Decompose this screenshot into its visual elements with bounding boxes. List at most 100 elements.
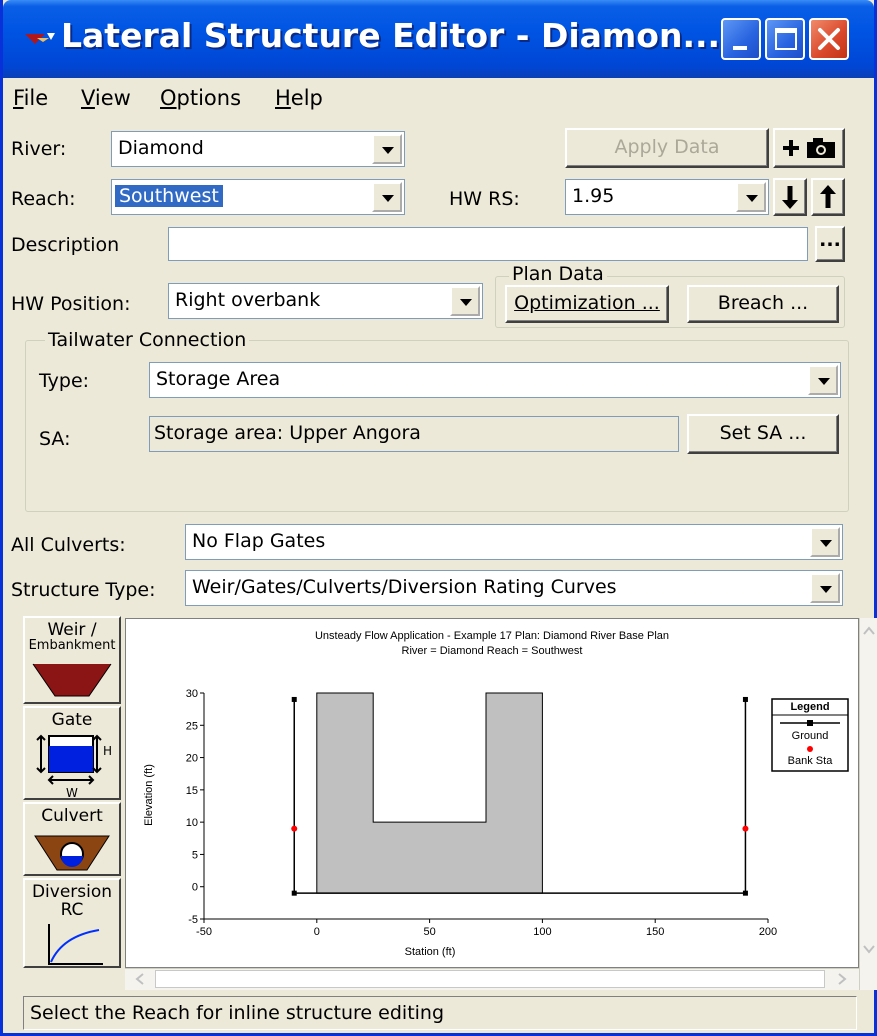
chevron-down-icon[interactable] — [736, 182, 766, 212]
apply-data-button[interactable]: Apply Data — [565, 128, 769, 168]
hw-rs-select[interactable]: 1.95 — [565, 179, 769, 215]
structure-chart: Unsteady Flow Application - Example 17 P… — [143, 630, 849, 958]
x-tick-label: 100 — [533, 926, 551, 938]
hw-rs-label: HW RS: — [449, 188, 520, 210]
window-title: Lateral Structure Editor - Diamon... — [61, 16, 721, 55]
hw-rs-value: 1.95 — [572, 185, 615, 207]
x-axis-label: Station (ft) — [405, 946, 456, 958]
x-tick-label: 150 — [646, 926, 664, 938]
hec-ras-app-icon — [25, 33, 55, 44]
plot-horizontal-scrollbar[interactable] — [125, 968, 859, 990]
all-culverts-select[interactable]: No Flap Gates — [185, 524, 843, 560]
y-tick-label: 0 — [192, 882, 198, 894]
menu-options[interactable]: Options — [160, 86, 241, 110]
sa-label: SA: — [39, 428, 71, 450]
legend-ground: Ground — [792, 730, 829, 742]
chevron-down-icon[interactable] — [810, 527, 840, 557]
y-tick-label: -5 — [188, 914, 198, 926]
next-down-button[interactable] — [773, 178, 807, 216]
chart-legend: Legend Ground Bank Sta — [771, 698, 849, 772]
storage-area-display: Storage area: Upper Angora — [149, 416, 679, 452]
all-culverts-label: All Culverts: — [11, 534, 126, 556]
plan-data-title: Plan Data — [509, 263, 607, 285]
menu-view[interactable]: View — [81, 86, 131, 110]
description-browse-button[interactable]: ... — [815, 226, 845, 262]
diversion-rc-tab[interactable]: Diversion RC — [23, 878, 121, 968]
menu-help[interactable]: Help — [275, 86, 323, 110]
y-tick-label: 15 — [186, 785, 198, 797]
legend-title: Legend — [790, 701, 829, 713]
add-cross-section-button[interactable] — [773, 128, 845, 168]
reach-label: Reach: — [11, 188, 76, 210]
y-axis-label: Elevation (ft) — [143, 764, 155, 826]
gate-w-label: W — [66, 786, 78, 800]
close-button[interactable] — [809, 18, 849, 60]
rating-curve-icon — [48, 924, 103, 965]
gate-h-label: H — [103, 744, 113, 758]
chart-subtitle: River = Diamond Reach = Southwest — [402, 645, 583, 657]
scroll-down-icon[interactable] — [860, 940, 877, 958]
type-label: Type: — [39, 370, 90, 392]
x-tick-label: 50 — [423, 926, 435, 938]
y-tick-label: 5 — [192, 849, 198, 861]
scroll-left-icon[interactable] — [131, 969, 149, 989]
plot-vertical-scrollbar[interactable] — [859, 618, 877, 990]
profile-plot[interactable]: Unsteady Flow Application - Example 17 P… — [125, 618, 859, 968]
chevron-down-icon[interactable] — [808, 365, 838, 395]
chevron-down-icon[interactable] — [372, 182, 402, 212]
menu-file[interactable]: File — [13, 86, 48, 110]
maximize-button[interactable] — [765, 18, 805, 60]
minimize-button[interactable] — [721, 18, 761, 60]
menu-bar: File View Options Help — [3, 78, 874, 118]
chevron-down-icon[interactable] — [372, 134, 402, 164]
bank-station-point — [291, 825, 298, 832]
all-culverts-value: No Flap Gates — [192, 530, 326, 552]
weir-profile-area — [316, 692, 543, 894]
next-up-button[interactable] — [811, 178, 845, 216]
culvert-icon — [34, 835, 110, 871]
chevron-down-icon[interactable] — [450, 286, 480, 316]
weir-embankment-tab[interactable]: Weir / Embankment — [23, 616, 121, 704]
close-icon — [818, 28, 840, 50]
status-bar: Select the Reach for inline structure ed… — [23, 996, 857, 1030]
ground-point — [742, 696, 748, 702]
reach-value: Southwest — [115, 185, 223, 207]
hw-position-select[interactable]: Right overbank — [168, 283, 483, 319]
legend-bank-sta: Bank Sta — [788, 755, 834, 767]
hw-position-label: HW Position: — [11, 293, 131, 315]
culvert-tab[interactable]: Culvert — [23, 802, 121, 876]
ground-point — [291, 696, 297, 702]
tailwater-type-select[interactable]: Storage Area — [149, 362, 841, 398]
minimize-icon — [733, 46, 747, 50]
reach-select[interactable]: Southwest — [111, 179, 405, 215]
breach-button[interactable]: Breach ... — [687, 285, 839, 323]
structure-type-value: Weir/Gates/Culverts/Diversion Rating Cur… — [192, 576, 617, 598]
lateral-structure-editor-window: Lateral Structure Editor - Diamon... Fil… — [0, 0, 877, 1036]
scroll-up-icon[interactable] — [860, 622, 877, 640]
optimization-button[interactable]: Optimization ... — [505, 285, 669, 323]
scroll-right-icon[interactable] — [833, 969, 851, 989]
scroll-thumb[interactable] — [155, 970, 825, 988]
hw-position-value: Right overbank — [175, 289, 321, 311]
arrow-up-icon — [820, 185, 836, 208]
river-value: Diamond — [118, 137, 204, 159]
maximize-icon — [775, 28, 797, 50]
y-tick-label: 30 — [186, 688, 198, 700]
chevron-down-icon[interactable] — [810, 573, 840, 603]
x-tick-label: 200 — [759, 926, 777, 938]
description-field[interactable] — [168, 227, 808, 261]
chart-marks: -5051015202530-50 0 50 100 150 200 — [186, 688, 777, 938]
structure-type-select[interactable]: Weir/Gates/Culverts/Diversion Rating Cur… — [185, 570, 843, 606]
plus-camera-icon — [783, 138, 835, 158]
structure-type-label: Structure Type: — [11, 579, 156, 601]
y-tick-label: 25 — [186, 720, 198, 732]
set-sa-button[interactable]: Set SA ... — [687, 414, 839, 454]
y-tick-label: 10 — [186, 817, 198, 829]
status-text: Select the Reach for inline structure ed… — [30, 1002, 445, 1024]
description-label: Description — [11, 234, 120, 256]
x-tick-label: 0 — [314, 926, 320, 938]
ground-point — [291, 890, 297, 896]
river-select[interactable]: Diamond — [111, 131, 405, 167]
gate-tab[interactable]: Gate H W — [23, 706, 121, 800]
title-bar[interactable]: Lateral Structure Editor - Diamon... — [3, 0, 874, 78]
